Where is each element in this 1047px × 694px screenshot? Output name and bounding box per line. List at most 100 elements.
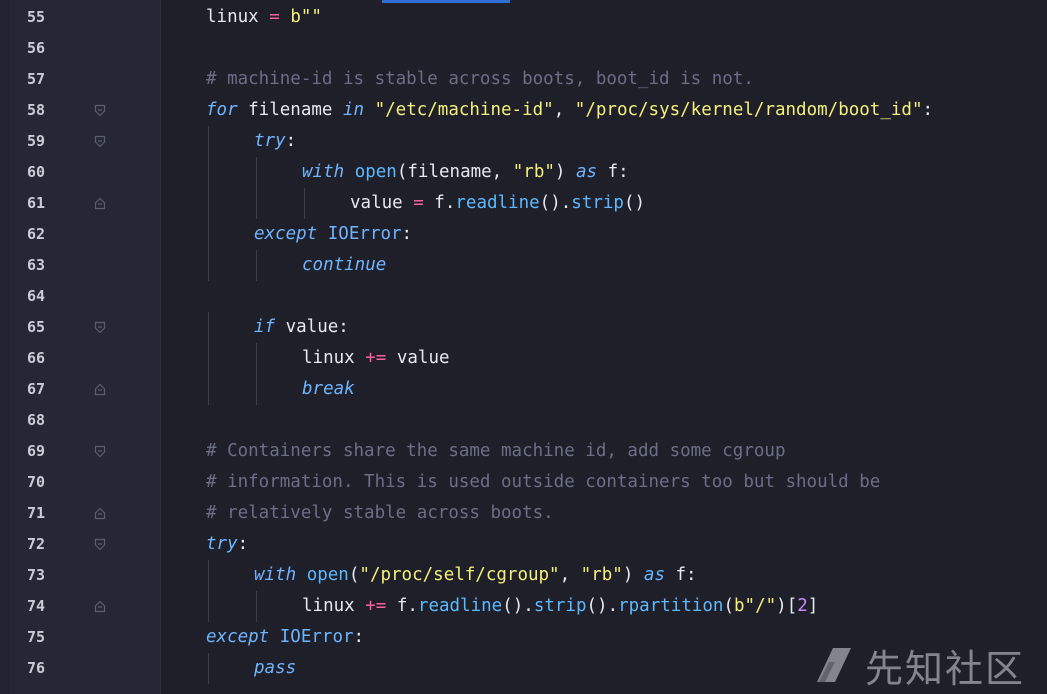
code-line[interactable]: 66 linux += value — [0, 343, 1047, 374]
code-token: (filename, — [396, 162, 513, 182]
code-token: as — [576, 162, 598, 182]
code-token: f: — [664, 565, 697, 585]
code-token: except — [206, 627, 270, 647]
code-token: linux — [302, 348, 366, 368]
code-line[interactable]: 67 break — [0, 374, 1047, 405]
code-line[interactable]: 72 try: — [0, 529, 1047, 560]
line-number: 57 — [27, 70, 46, 88]
code-line[interactable]: 74 linux += f.readline().strip().rpartiti… — [0, 591, 1047, 622]
code-text: # Containers share the same machine id, … — [206, 436, 785, 467]
line-number: 69 — [27, 442, 46, 460]
code-line[interactable]: 68 — [0, 405, 1047, 436]
code-editor[interactable]: 55 linux = b"" 56 57 # machine-id is stable … — [0, 0, 1047, 694]
line-number: 72 — [27, 535, 46, 553]
indent-guide — [208, 250, 209, 281]
code-token: try — [254, 131, 286, 151]
line-number: 66 — [27, 349, 46, 367]
code-line[interactable]: 65 if value: — [0, 312, 1047, 343]
line-number: 60 — [27, 163, 46, 181]
code-token: = — [413, 193, 424, 213]
fold-end-icon[interactable] — [94, 383, 106, 396]
code-token: : — [237, 534, 249, 554]
code-token: : — [353, 627, 365, 647]
code-token: b"/" — [734, 596, 777, 616]
indent-guide — [304, 188, 305, 219]
code-token: f. — [386, 596, 418, 616]
line-number: 61 — [27, 194, 46, 212]
code-token: "/proc/sys/kernel/random/boot_id" — [574, 100, 923, 120]
code-token: ( — [348, 565, 360, 585]
code-line[interactable]: 59 try: — [0, 126, 1047, 157]
code-token: open — [354, 162, 397, 182]
code-line[interactable]: 61 value = f.readline().strip() — [0, 188, 1047, 219]
fold-end-icon[interactable] — [94, 507, 106, 520]
code-token: b"" — [290, 7, 322, 27]
code-line[interactable]: 69 # Containers share the same machine id… — [0, 436, 1047, 467]
fold-open-icon[interactable] — [94, 445, 106, 458]
fold-open-icon[interactable] — [94, 538, 106, 551]
fold-end-icon[interactable] — [94, 197, 106, 210]
code-line[interactable]: 73 with open("/proc/self/cgroup", "rb") a… — [0, 560, 1047, 591]
code-text: linux += f.readline().strip().rpartition… — [302, 591, 818, 622]
code-text: continue — [302, 250, 386, 281]
code-line[interactable]: 56 — [0, 33, 1047, 64]
code-token: IOError — [279, 627, 354, 647]
indent-guide — [208, 591, 209, 622]
code-token: # machine-id is stable across boots, boo… — [206, 69, 754, 89]
code-token: filename — [237, 100, 343, 120]
code-line[interactable]: 57 # machine-id is stable across boots, b… — [0, 64, 1047, 95]
fold-open-icon[interactable] — [94, 321, 106, 334]
code-token: "rb" — [512, 162, 555, 182]
code-line[interactable]: 64 — [0, 281, 1047, 312]
code-text: with open(filename, "rb") as f: — [302, 157, 629, 188]
line-number: 73 — [27, 566, 46, 584]
code-token: rpartition — [618, 596, 724, 616]
code-token: (). — [586, 596, 619, 616]
code-token: "/etc/machine-id" — [374, 100, 554, 120]
code-token: for — [206, 100, 238, 120]
code-token: pass — [254, 658, 297, 678]
code-line[interactable]: 55 linux = b"" — [0, 2, 1047, 33]
code-line[interactable]: 71 # relatively stable across boots. — [0, 498, 1047, 529]
code-token: open — [306, 565, 349, 585]
code-token: (). — [502, 596, 534, 616]
indent-guide — [208, 312, 209, 343]
code-line[interactable]: 60 with open(filename, "rb") as f: — [0, 157, 1047, 188]
code-line[interactable]: 62 except IOError: — [0, 219, 1047, 250]
code-text: break — [302, 374, 355, 405]
line-number: 56 — [27, 39, 46, 57]
code-line[interactable]: 70 # information. This is used outside co… — [0, 467, 1047, 498]
code-text: linux = b"" — [206, 2, 322, 33]
line-number: 74 — [27, 597, 46, 615]
code-token: linux — [302, 596, 366, 616]
indent-guide — [256, 343, 257, 374]
code-token: f. — [423, 193, 456, 213]
line-number: 59 — [27, 132, 46, 150]
code-token: try — [206, 534, 238, 554]
code-text: value = f.readline().strip() — [350, 188, 645, 219]
code-token: with — [254, 565, 297, 585]
line-number: 75 — [27, 628, 46, 646]
line-number: 63 — [27, 256, 46, 274]
indent-guide — [208, 126, 209, 157]
code-text: try: — [254, 126, 296, 157]
code-token: (). — [539, 193, 572, 213]
indent-guide — [208, 653, 209, 684]
line-number: 71 — [27, 504, 46, 522]
code-line[interactable]: 63 continue — [0, 250, 1047, 281]
fold-open-icon[interactable] — [94, 135, 106, 148]
fold-open-icon[interactable] — [94, 104, 106, 117]
code-token: : — [285, 131, 297, 151]
code-token: readline — [455, 193, 540, 213]
code-token: , — [559, 565, 581, 585]
code-token: "/proc/self/cgroup" — [359, 565, 560, 585]
code-text: # machine-id is stable across boots, boo… — [206, 64, 754, 95]
code-token: # Containers share the same machine id, … — [206, 441, 786, 461]
code-line[interactable]: 58 for filename in "/etc/machine-id", "/p… — [0, 95, 1047, 126]
code-token: readline — [417, 596, 503, 616]
fold-end-icon[interactable] — [94, 600, 106, 613]
